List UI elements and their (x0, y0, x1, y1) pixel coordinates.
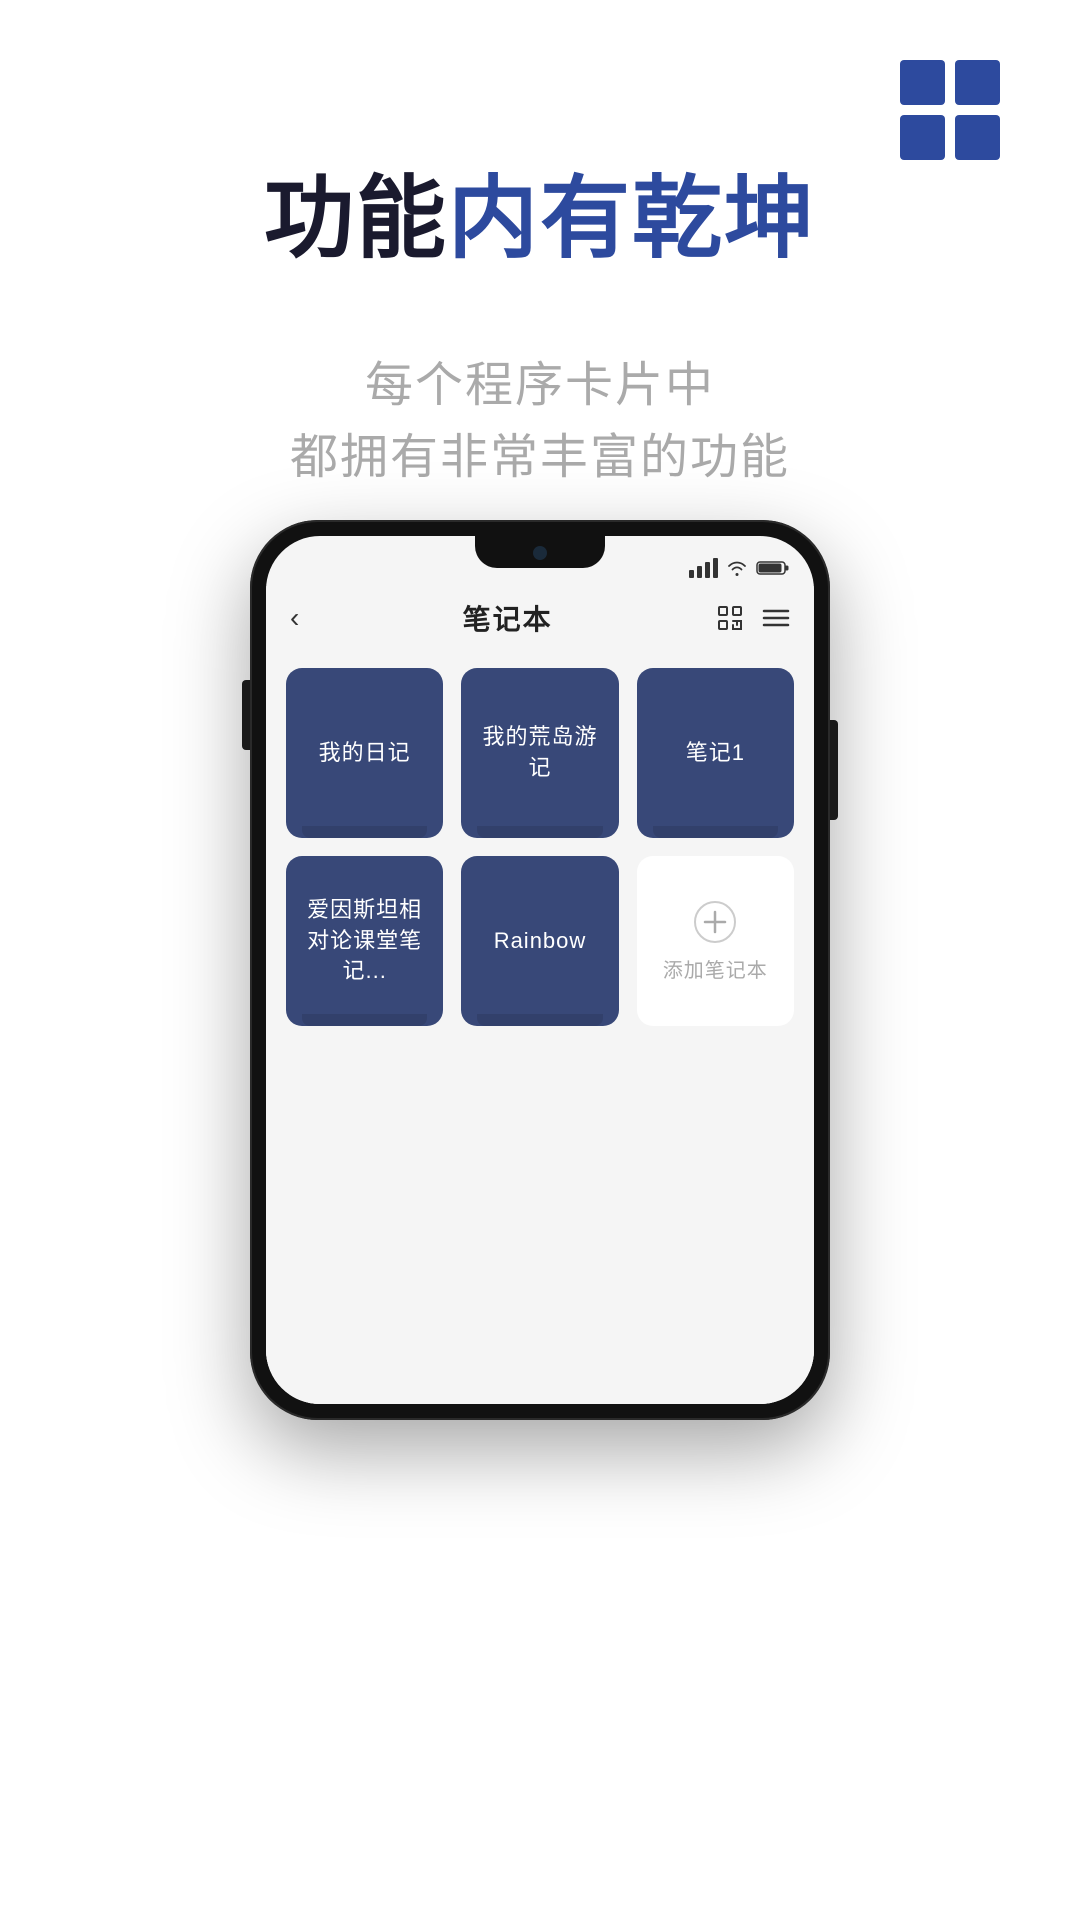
notebook-name-4: 爱因斯坦相对论课堂笔记... (302, 895, 427, 987)
camera-icon (533, 546, 547, 560)
phone-mockup: ‹ 笔记本 (250, 520, 830, 1420)
headline-blue: 内有乾坤 (448, 169, 816, 269)
notebook-name-5: Rainbow (494, 926, 587, 957)
status-icons (689, 558, 790, 578)
signal-icon (689, 558, 718, 578)
grid-cell-3 (900, 115, 945, 160)
menu-icon[interactable] (762, 607, 790, 629)
headline-black: 功能 (264, 169, 448, 269)
notebook-name-1: 我的日记 (319, 738, 411, 769)
app-bar: ‹ 笔记本 (266, 586, 814, 650)
scan-icon[interactable] (716, 604, 744, 632)
screen-bottom (266, 1124, 814, 1404)
battery-icon (756, 559, 790, 577)
app-logo (900, 60, 1000, 160)
app-bar-title: 笔记本 (463, 598, 553, 638)
headline: 功能内有乾坤 (0, 170, 1080, 269)
grid-cell-1 (900, 60, 945, 105)
notebook-card-5[interactable]: Rainbow (461, 856, 618, 1026)
phone-screen: ‹ 笔记本 (266, 536, 814, 1404)
notebook-card-2[interactable]: 我的荒岛游记 (461, 668, 618, 838)
phone-notch (475, 536, 605, 568)
subtitle-line1: 每个程序卡片中 (0, 350, 1080, 422)
subtitle-line2: 都拥有非常丰富的功能 (0, 422, 1080, 494)
phone-outer: ‹ 笔记本 (250, 520, 830, 1420)
add-notebook-label: 添加笔记本 (663, 954, 768, 983)
grid-icon (900, 60, 1000, 160)
add-notebook-card[interactable]: 添加笔记本 (637, 856, 794, 1026)
back-button[interactable]: ‹ (290, 602, 299, 634)
add-icon (693, 900, 737, 944)
app-bar-actions (716, 604, 790, 632)
notebook-card-4[interactable]: 爱因斯坦相对论课堂笔记... (286, 856, 443, 1026)
notebook-name-3: 笔记1 (686, 738, 745, 769)
notebook-name-2: 我的荒岛游记 (477, 722, 602, 784)
notebook-card-3[interactable]: 笔记1 (637, 668, 794, 838)
grid-cell-4 (955, 115, 1000, 160)
grid-cell-2 (955, 60, 1000, 105)
wifi-icon (726, 559, 748, 577)
subtitle: 每个程序卡片中 都拥有非常丰富的功能 (0, 350, 1080, 494)
notebook-card-1[interactable]: 我的日记 (286, 668, 443, 838)
